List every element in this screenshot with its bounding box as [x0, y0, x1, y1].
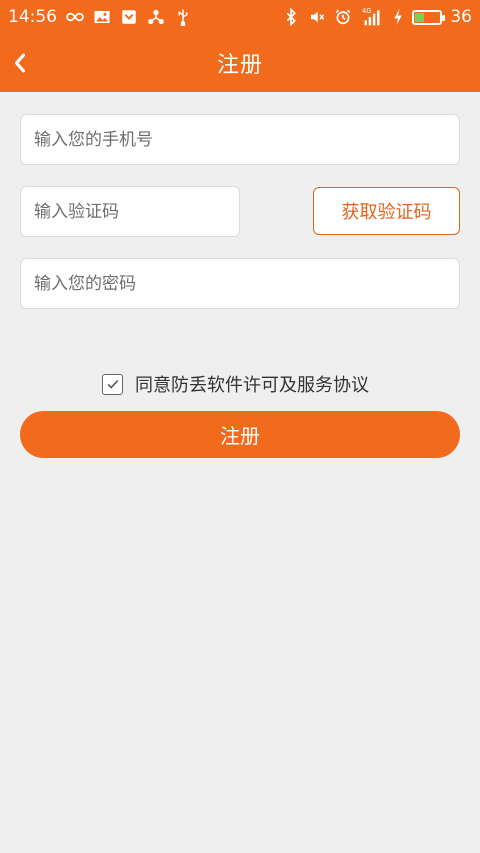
usb-icon: [174, 8, 192, 26]
pocket-icon: [120, 8, 138, 26]
phone-field[interactable]: [20, 114, 460, 165]
password-input[interactable]: [34, 259, 459, 308]
get-code-button[interactable]: 获取验证码: [313, 187, 460, 235]
bluetooth-icon: [282, 8, 300, 26]
register-button[interactable]: 注册: [20, 411, 460, 458]
phone-input[interactable]: [34, 115, 459, 164]
verification-code-input[interactable]: [34, 187, 239, 236]
alarm-icon: [334, 8, 352, 26]
agreement-row: 同意防丢软件许可及服务协议: [102, 372, 369, 396]
battery-icon: [412, 9, 446, 25]
page-title: 注册: [216, 53, 263, 78]
network-type-label: 4G: [362, 7, 371, 15]
signal-4g-icon: 4G: [360, 7, 384, 26]
app-bar: 注册: [0, 34, 480, 92]
charging-icon: [392, 8, 404, 26]
share-network-icon: [147, 8, 165, 26]
agree-checkbox[interactable]: [102, 373, 123, 395]
battery-level: 36: [450, 7, 472, 27]
status-bar-right: 4G 36: [282, 7, 472, 27]
image-icon: [93, 8, 111, 26]
chevron-left-icon: [13, 52, 27, 74]
status-bar-left: 14:56: [8, 7, 192, 27]
mute-icon: [308, 8, 326, 26]
battery-fill: [415, 12, 424, 22]
password-field[interactable]: [20, 258, 460, 309]
back-button[interactable]: [6, 46, 34, 80]
status-bar: 14:56 4G 36: [0, 0, 480, 34]
checkmark-icon: [106, 377, 120, 391]
code-field[interactable]: [20, 186, 240, 237]
clock: 14:56: [8, 7, 57, 27]
agreement-label[interactable]: 同意防丢软件许可及服务协议: [135, 371, 369, 397]
infinity-icon: [66, 8, 84, 26]
